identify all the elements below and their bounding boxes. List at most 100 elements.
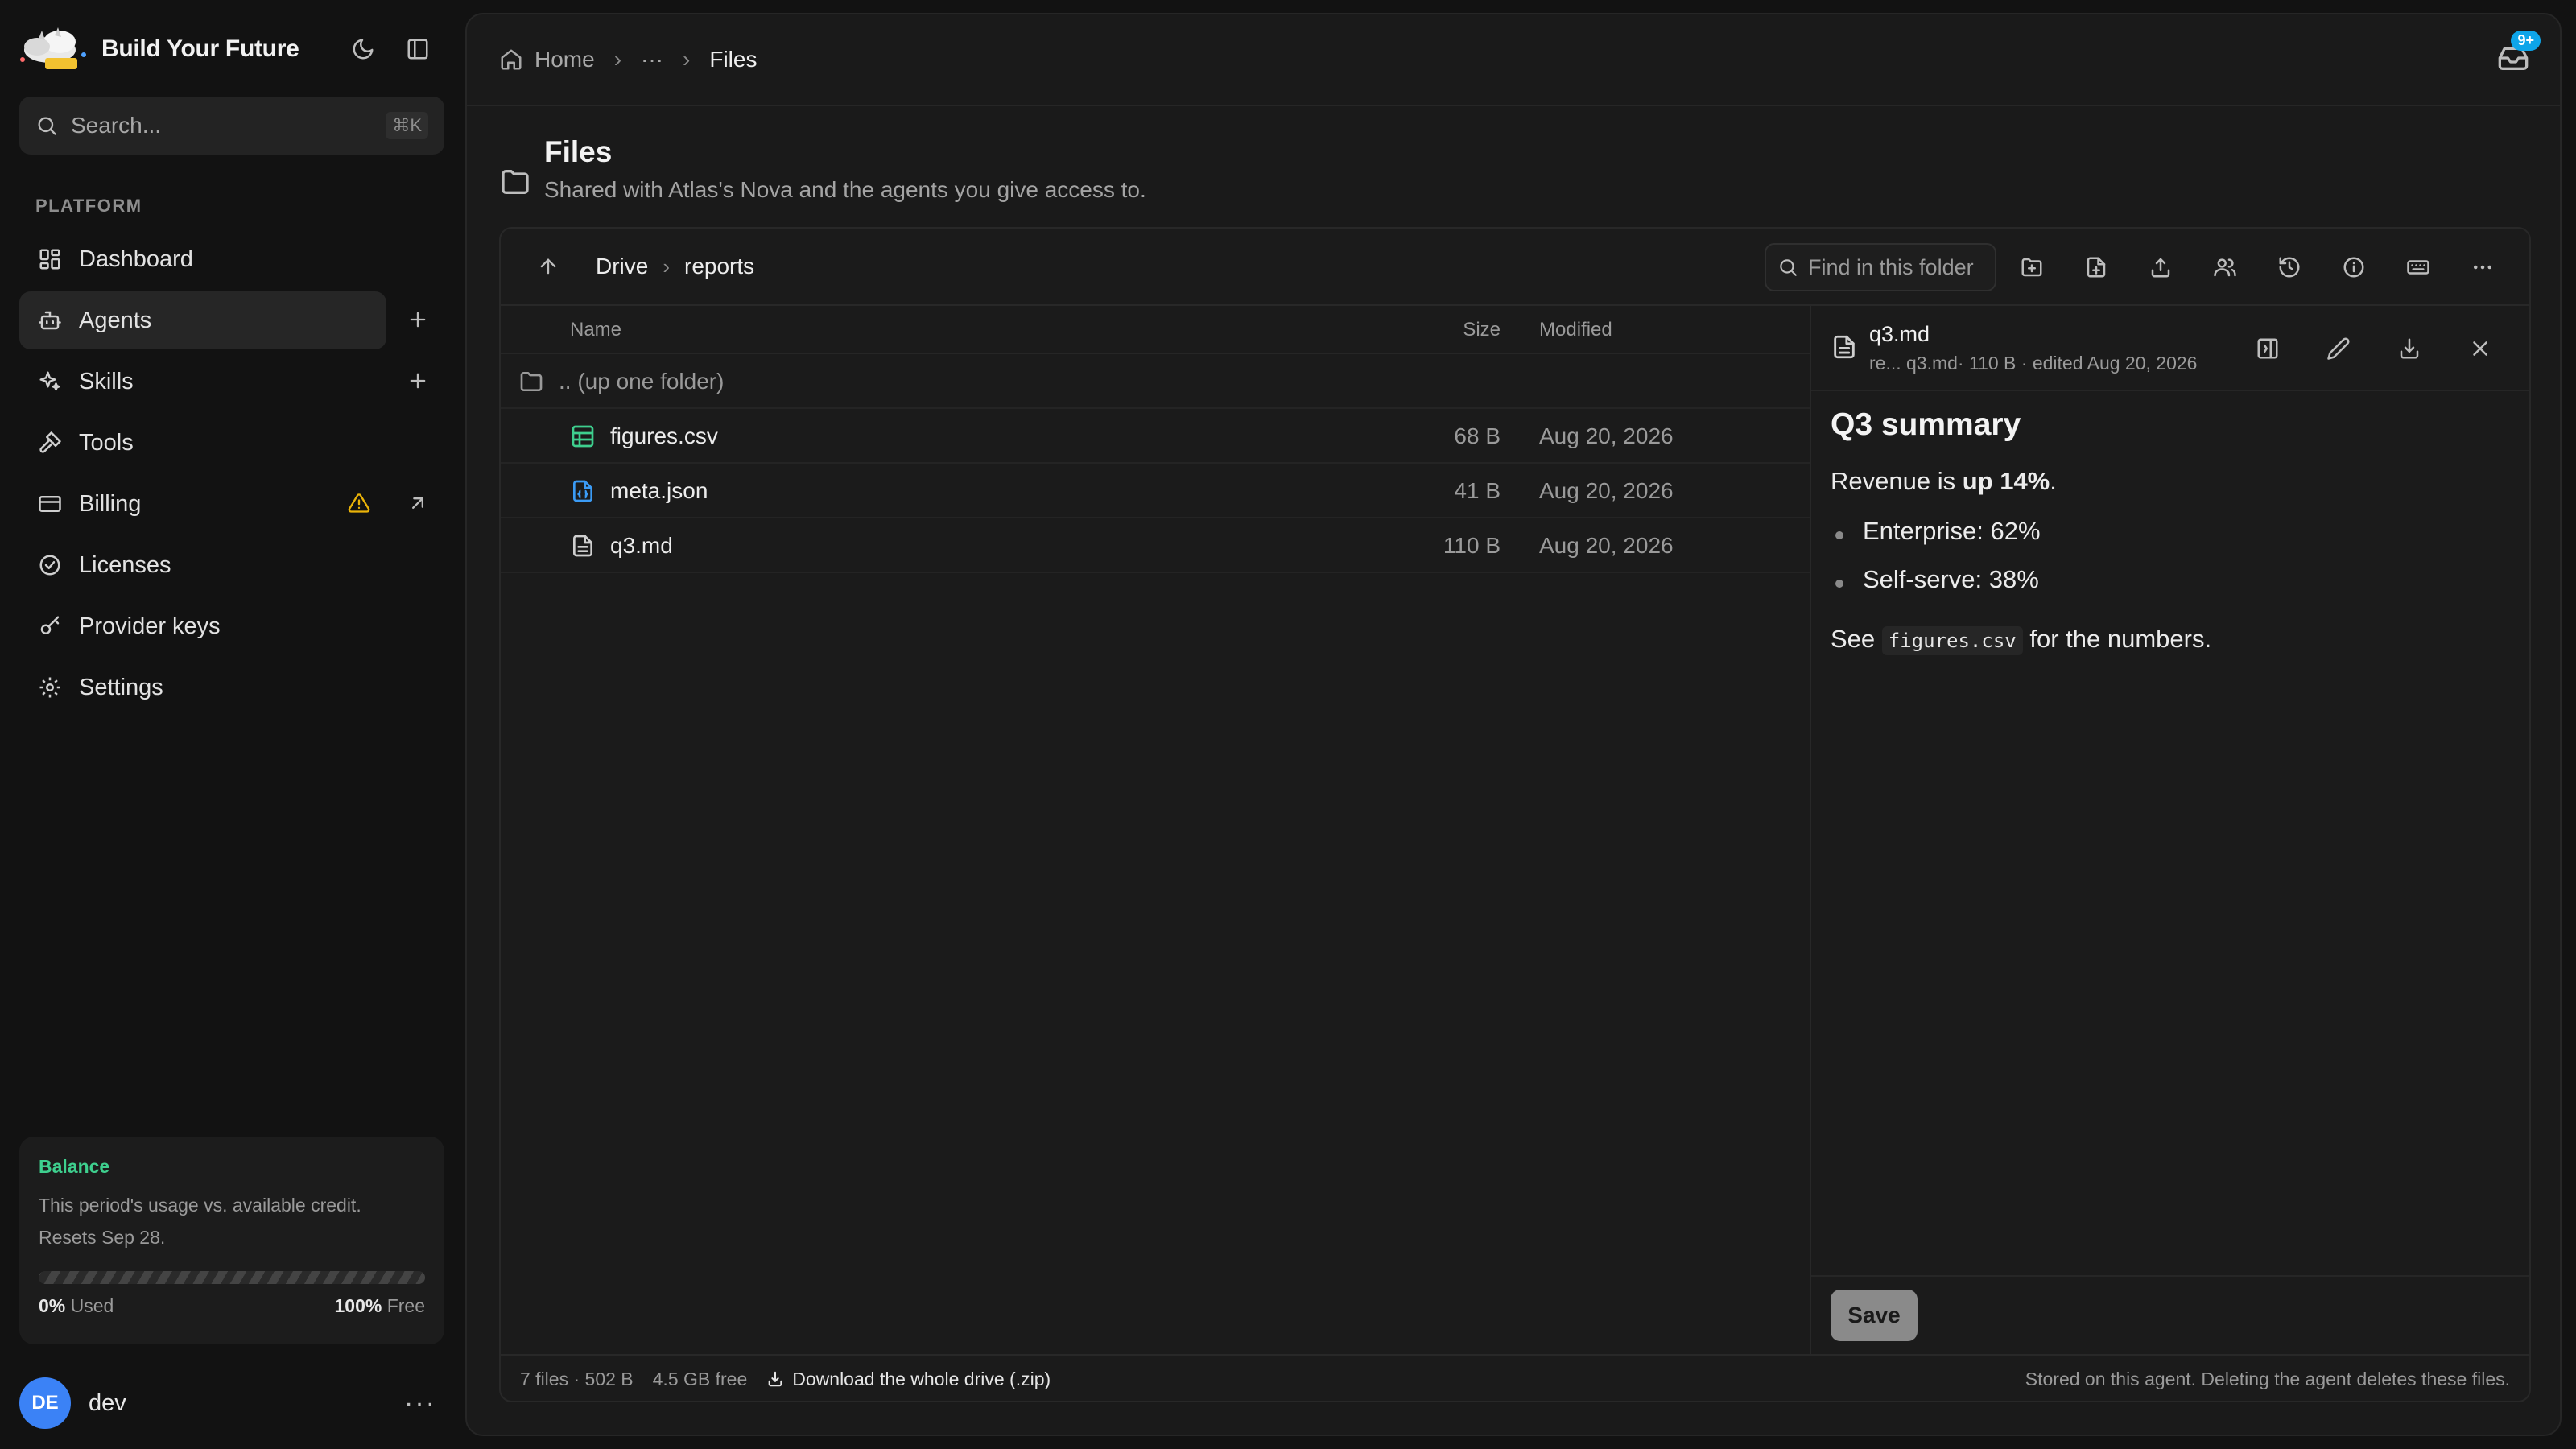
split-view-icon[interactable] <box>2249 330 2286 367</box>
text-file-icon <box>573 535 592 557</box>
chevron-right-icon: › <box>683 47 691 72</box>
section-label: PLATFORM <box>35 196 142 216</box>
preview-file-name: q3.md <box>1869 322 1930 346</box>
avatar: DE <box>19 1377 71 1429</box>
keyboard-icon[interactable] <box>2399 248 2438 287</box>
page-title: Files <box>544 135 613 168</box>
sidebar-item-settings[interactable]: Settings <box>19 658 386 716</box>
theme-toggle-moon-icon[interactable] <box>345 31 382 68</box>
text-file-icon <box>1834 335 1855 359</box>
sidebar-item-label: Settings <box>79 674 163 700</box>
sidebar-item-label: Billing <box>79 490 142 517</box>
preview-file-meta: re... q3.md· 110 B · edited Aug 20, 2026 <box>1869 353 2198 374</box>
column-name[interactable]: Name <box>570 319 621 341</box>
list-item: Self-serve: 38% <box>1831 565 2515 613</box>
chevron-right-icon: › <box>663 254 671 279</box>
download-icon[interactable] <box>2391 330 2428 367</box>
logo-icon <box>20 27 86 69</box>
files-count: 7 files · 502 B <box>520 1368 634 1389</box>
download-drive-link[interactable]: Download the whole drive (.zip) <box>766 1368 1051 1390</box>
breadcrumb-current: Files <box>709 47 758 72</box>
balance-description: This period's usage vs. available credit… <box>39 1195 361 1248</box>
upload-icon[interactable] <box>2141 248 2180 287</box>
file-name: meta.json <box>610 478 708 503</box>
sidebar-toggle-icon[interactable] <box>399 31 436 68</box>
users-icon[interactable] <box>2206 248 2244 287</box>
table-header: Name Size Modified <box>501 306 1810 354</box>
close-icon[interactable] <box>2462 330 2499 367</box>
used-stat: 0% Used <box>39 1295 114 1316</box>
external-link-arrow-icon[interactable] <box>399 485 436 522</box>
sidebar: Build Your Future Search... ⌘K PLATFORM … <box>0 0 454 1449</box>
new-file-icon[interactable] <box>2077 248 2116 287</box>
sidebar-item-skills[interactable]: Skills <box>19 353 386 411</box>
sidebar-item-licenses[interactable]: Licenses <box>19 536 386 594</box>
breadcrumb-home[interactable]: Home <box>535 47 595 72</box>
balance-card: Balance This period's usage vs. availabl… <box>19 1137 444 1344</box>
file-size: 110 B <box>1443 533 1501 558</box>
info-icon[interactable] <box>2334 248 2373 287</box>
table-row[interactable]: figures.csv 68 B Aug 20, 2026 <box>501 409 1810 464</box>
sidebar-item-label: Skills <box>79 368 134 394</box>
breadcrumb-ellipsis[interactable]: ··· <box>641 47 663 72</box>
file-modified: Aug 20, 2026 <box>1539 478 1674 503</box>
usage-progress-bar <box>39 1271 425 1284</box>
home-icon <box>501 49 522 70</box>
user-menu[interactable]: DE dev ··· <box>19 1377 444 1430</box>
file-name: figures.csv <box>610 423 718 448</box>
user-name: dev <box>89 1389 126 1416</box>
table-row[interactable]: meta.json 41 B Aug 20, 2026 <box>501 464 1810 518</box>
file-modified: Aug 20, 2026 <box>1539 533 1674 558</box>
more-options-icon[interactable]: ··· <box>404 1388 444 1419</box>
gear-icon <box>35 673 64 702</box>
search-icon <box>38 117 56 135</box>
up-folder-row[interactable]: .. (up one folder) <box>501 354 1810 409</box>
storage-note: Stored on this agent. Deleting the agent… <box>2025 1368 2510 1389</box>
notifications-button[interactable]: 9+ <box>2497 31 2541 80</box>
preview-content[interactable]: Q3 summary Revenue is up 14%. Enterprise… <box>1831 407 2515 655</box>
column-size[interactable]: Size <box>1463 319 1501 341</box>
spreadsheet-icon <box>572 425 594 448</box>
search-icon <box>1780 259 1797 276</box>
add-skill-plus-icon[interactable] <box>399 362 436 399</box>
more-horizontal-icon[interactable] <box>2463 248 2502 287</box>
list-item: Enterprise: 62% <box>1831 517 2515 565</box>
free-stat: 100% Free <box>334 1295 425 1316</box>
sidebar-item-agents[interactable]: Agents <box>19 291 386 349</box>
up-folder-label: .. (up one folder) <box>559 369 724 394</box>
dashboard-icon <box>35 245 64 274</box>
preview-see-line: See figures.csv for the numbers. <box>1831 625 2515 655</box>
history-icon[interactable] <box>2270 248 2309 287</box>
arrow-up-icon[interactable] <box>530 248 567 285</box>
sidebar-item-label: Licenses <box>79 551 171 578</box>
search-input[interactable]: Search... ⌘K <box>19 97 444 155</box>
add-agent-plus-icon[interactable] <box>399 301 436 338</box>
pencil-edit-icon[interactable] <box>2320 330 2357 367</box>
badge-check-icon <box>35 551 64 580</box>
table-row[interactable]: q3.md 110 B Aug 20, 2026 <box>501 518 1810 573</box>
status-bar: 7 files · 502 B 4.5 GB free Download the… <box>501 1354 2529 1401</box>
sidebar-item-billing[interactable]: Billing <box>19 475 386 533</box>
column-modified[interactable]: Modified <box>1539 319 1612 341</box>
save-button[interactable]: Save <box>1831 1290 1918 1341</box>
hammer-icon <box>35 428 64 457</box>
sidebar-item-label: Provider keys <box>79 613 221 639</box>
search-shortcut: ⌘K <box>386 112 428 139</box>
warning-icon <box>341 485 378 522</box>
sidebar-item-tools[interactable]: Tools <box>19 414 386 472</box>
breadcrumb: Home › ··· › Files 9+ <box>467 14 2560 106</box>
path-drive[interactable]: Drive <box>596 254 648 279</box>
folder-path: Drive › reports <box>596 254 754 279</box>
sidebar-item-dashboard[interactable]: Dashboard <box>19 230 386 288</box>
preview-footer: Save <box>1811 1275 2529 1354</box>
new-folder-icon[interactable] <box>2013 248 2051 287</box>
page-header: Files Shared with Atlas's Nova and the a… <box>499 135 1146 203</box>
json-file-icon <box>573 480 592 502</box>
file-list: Name Size Modified .. (up one folder) fi… <box>501 306 1811 1354</box>
brand[interactable]: Build Your Future <box>18 23 299 76</box>
file-manager: Drive › reports Find in this folder Name… <box>499 227 2531 1402</box>
sidebar-item-provider-keys[interactable]: Provider keys <box>19 597 386 655</box>
find-in-folder-input[interactable]: Find in this folder <box>1765 243 1996 291</box>
path-reports[interactable]: reports <box>684 254 754 279</box>
search-placeholder: Search... <box>71 113 162 138</box>
